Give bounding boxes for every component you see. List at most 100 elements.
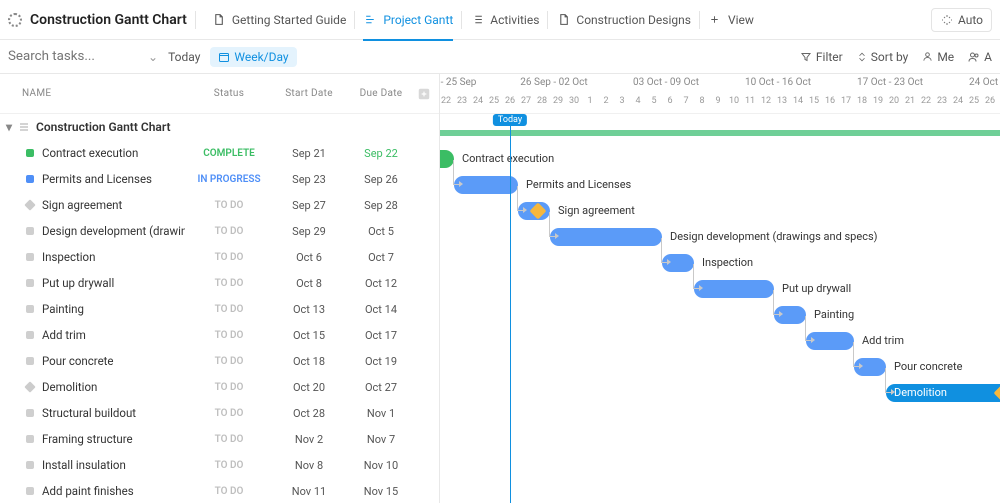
task-due[interactable]: Sep 28 bbox=[345, 199, 417, 212]
dependency-arrow-icon bbox=[661, 238, 667, 263]
col-name[interactable]: NAME bbox=[0, 88, 185, 99]
task-due[interactable]: Nov 7 bbox=[345, 433, 417, 446]
table-row[interactable]: Install insulationTO DONov 8Nov 10 bbox=[0, 452, 439, 478]
search-input[interactable] bbox=[8, 46, 138, 68]
task-bar[interactable] bbox=[454, 176, 518, 194]
task-status[interactable]: TO DO bbox=[185, 382, 273, 393]
group-summary-bar[interactable] bbox=[440, 130, 1000, 136]
gantt-row: Painting bbox=[440, 302, 1000, 328]
filter-button[interactable]: Filter bbox=[800, 50, 843, 64]
table-row[interactable]: DemolitionTO DOOct 20Oct 27 bbox=[0, 374, 439, 400]
task-status[interactable]: TO DO bbox=[185, 460, 273, 471]
table-row[interactable]: Add trimTO DOOct 15Oct 17 bbox=[0, 322, 439, 348]
task-status[interactable]: TO DO bbox=[185, 486, 273, 497]
bar-label: Permits and Licenses bbox=[526, 178, 631, 191]
table-row[interactable]: PaintingTO DOOct 13Oct 14 bbox=[0, 296, 439, 322]
timeline[interactable]: 19 Sep - 25 Sep26 Sep - 02 Oct03 Oct - 0… bbox=[440, 74, 1000, 503]
task-start[interactable]: Oct 15 bbox=[273, 329, 345, 342]
task-due[interactable]: Oct 12 bbox=[345, 277, 417, 290]
task-due[interactable]: Nov 1 bbox=[345, 407, 417, 420]
search-dropdown-icon[interactable]: ⌄ bbox=[148, 50, 158, 64]
tab-view[interactable]: View bbox=[700, 0, 762, 40]
task-start[interactable]: Oct 18 bbox=[273, 355, 345, 368]
table-row[interactable]: Structural buildoutTO DOOct 28Nov 1 bbox=[0, 400, 439, 426]
task-start[interactable]: Nov 8 bbox=[273, 459, 345, 472]
task-start[interactable]: Nov 2 bbox=[273, 433, 345, 446]
task-status[interactable]: TO DO bbox=[185, 434, 273, 445]
loading-spinner-icon bbox=[8, 13, 22, 27]
task-due[interactable]: Oct 14 bbox=[345, 303, 417, 316]
task-start[interactable]: Oct 20 bbox=[273, 381, 345, 394]
task-start[interactable]: Sep 29 bbox=[273, 225, 345, 238]
table-row[interactable]: Add paint finishesTO DONov 11Nov 15 bbox=[0, 478, 439, 503]
calendar-icon bbox=[218, 51, 230, 63]
gantt-icon bbox=[363, 13, 377, 27]
task-bar[interactable] bbox=[440, 150, 454, 168]
task-status[interactable]: TO DO bbox=[185, 226, 273, 237]
task-status[interactable]: TO DO bbox=[185, 200, 273, 211]
task-due[interactable]: Oct 27 bbox=[345, 381, 417, 394]
tab-project-gantt[interactable]: Project Gantt bbox=[355, 0, 461, 40]
task-status[interactable]: TO DO bbox=[185, 278, 273, 289]
task-due[interactable]: Sep 22 bbox=[345, 147, 417, 160]
task-due[interactable]: Oct 17 bbox=[345, 329, 417, 342]
task-status[interactable]: COMPLETE bbox=[185, 148, 273, 159]
dependency-arrow-icon bbox=[549, 212, 555, 237]
day-header: 15 bbox=[806, 96, 822, 106]
assignee-filter-button[interactable]: A bbox=[968, 50, 992, 64]
timescale-button[interactable]: Week/Day bbox=[210, 47, 296, 67]
week-header: 17 Oct - 23 Oct bbox=[834, 77, 946, 88]
table-row[interactable]: Permits and LicensesIN PROGRESSSep 23Sep… bbox=[0, 166, 439, 192]
task-start[interactable]: Oct 13 bbox=[273, 303, 345, 316]
table-row[interactable]: InspectionTO DOOct 6Oct 7 bbox=[0, 244, 439, 270]
task-due[interactable]: Oct 5 bbox=[345, 225, 417, 238]
task-start[interactable]: Nov 11 bbox=[273, 485, 345, 498]
task-start[interactable]: Sep 23 bbox=[273, 173, 345, 186]
task-start[interactable]: Sep 21 bbox=[273, 147, 345, 160]
sort-button[interactable]: Sort by bbox=[857, 50, 909, 64]
task-due[interactable]: Nov 10 bbox=[345, 459, 417, 472]
task-status[interactable]: TO DO bbox=[185, 304, 273, 315]
task-due[interactable]: Nov 15 bbox=[345, 485, 417, 498]
tab-getting-started-guide[interactable]: Getting Started Guide bbox=[204, 0, 354, 40]
status-bullet-icon bbox=[26, 487, 34, 495]
automations-button[interactable]: Auto bbox=[931, 8, 992, 32]
task-bar[interactable] bbox=[694, 280, 774, 298]
status-bullet-icon bbox=[26, 331, 34, 339]
today-badge[interactable]: Today bbox=[493, 114, 527, 126]
task-due[interactable]: Oct 19 bbox=[345, 355, 417, 368]
task-status[interactable]: TO DO bbox=[185, 330, 273, 341]
task-status[interactable]: TO DO bbox=[185, 356, 273, 367]
view-tabs: Getting Started GuideProject Gantt Activi… bbox=[204, 0, 762, 40]
dependency-arrow-icon bbox=[453, 160, 459, 185]
task-due[interactable]: Oct 7 bbox=[345, 251, 417, 264]
task-start[interactable]: Oct 8 bbox=[273, 277, 345, 290]
group-row[interactable]: ▾ Construction Gantt Chart bbox=[0, 114, 439, 140]
table-row[interactable]: Sign agreementTO DOSep 27Sep 28 bbox=[0, 192, 439, 218]
today-button[interactable]: Today bbox=[168, 50, 200, 64]
day-header: 25 bbox=[966, 96, 982, 106]
me-filter-button[interactable]: Me bbox=[922, 50, 954, 64]
task-start[interactable]: Oct 6 bbox=[273, 251, 345, 264]
task-bar[interactable] bbox=[550, 228, 662, 246]
table-row[interactable]: Put up drywallTO DOOct 8Oct 12 bbox=[0, 270, 439, 296]
task-status[interactable]: TO DO bbox=[185, 252, 273, 263]
col-due[interactable]: Due Date bbox=[345, 88, 417, 99]
tab-construction-designs[interactable]: Construction Designs bbox=[548, 0, 699, 40]
col-status[interactable]: Status bbox=[185, 88, 273, 99]
tab-label: Activities bbox=[490, 13, 539, 27]
task-due[interactable]: Sep 26 bbox=[345, 173, 417, 186]
task-start[interactable]: Sep 27 bbox=[273, 199, 345, 212]
task-status[interactable]: IN PROGRESS bbox=[185, 174, 273, 185]
col-start[interactable]: Start Date bbox=[273, 88, 345, 99]
table-row[interactable]: Framing structureTO DONov 2Nov 7 bbox=[0, 426, 439, 452]
tab-activities[interactable]: Activities bbox=[462, 0, 547, 40]
filter-icon bbox=[800, 51, 812, 63]
collapse-icon[interactable]: ▾ bbox=[6, 120, 12, 134]
table-row[interactable]: Design development (drawings an...TO DOS… bbox=[0, 218, 439, 244]
task-start[interactable]: Oct 28 bbox=[273, 407, 345, 420]
add-column-button[interactable] bbox=[417, 87, 439, 101]
task-status[interactable]: TO DO bbox=[185, 408, 273, 419]
table-row[interactable]: Pour concreteTO DOOct 18Oct 19 bbox=[0, 348, 439, 374]
table-row[interactable]: Contract executionCOMPLETESep 21Sep 22 bbox=[0, 140, 439, 166]
